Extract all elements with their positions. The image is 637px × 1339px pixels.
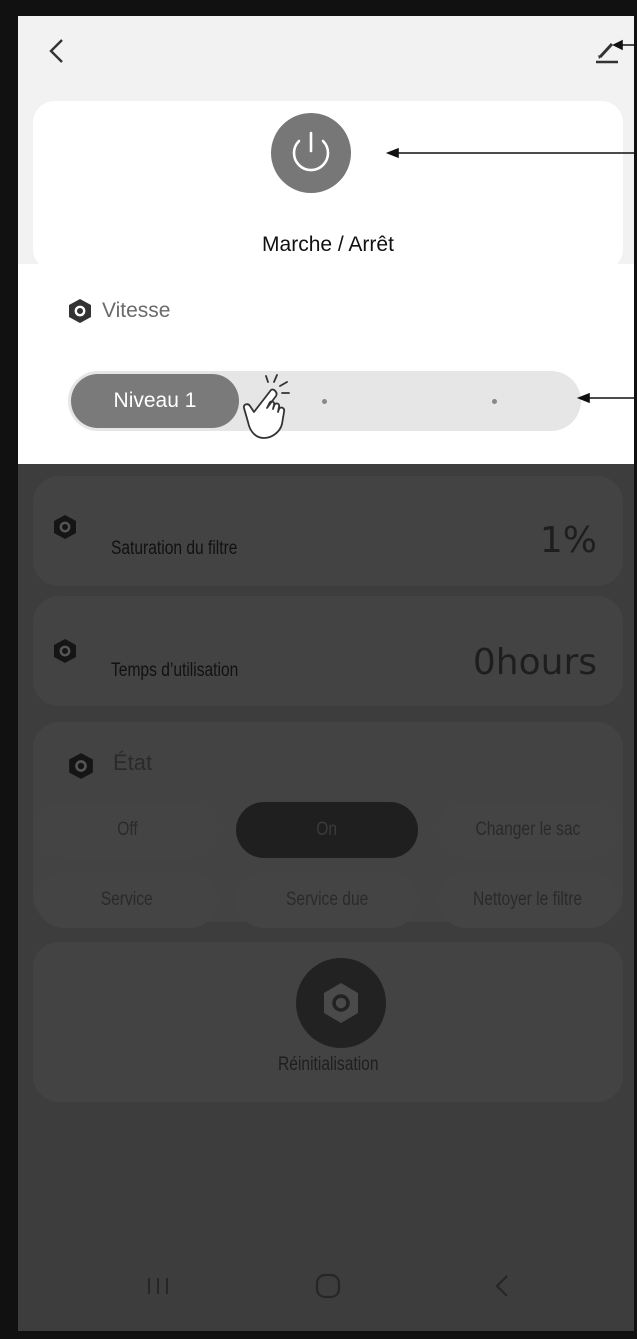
usage-time-value: 0hours	[472, 642, 597, 683]
speed-card: Vitesse Niveau 1	[18, 264, 634, 464]
top-bar	[18, 16, 634, 86]
filter-saturation-label: Saturation du filtre	[111, 538, 238, 559]
hexagon-gear-icon	[54, 515, 76, 539]
power-button[interactable]	[271, 113, 351, 193]
reset-button[interactable]	[296, 958, 386, 1048]
screen: Marche / Arrêt Vitesse Niveau 1 Saturati…	[18, 16, 634, 1331]
system-back-button[interactable]	[483, 1266, 523, 1306]
usage-time-label: Temps d’utilisation	[111, 660, 239, 681]
state-option-on[interactable]: On	[236, 802, 418, 858]
speed-slider[interactable]: Niveau 1	[68, 371, 581, 431]
speed-slider-thumb[interactable]: Niveau 1	[71, 374, 239, 428]
home-icon	[315, 1273, 341, 1299]
hexagon-gear-icon	[69, 753, 93, 779]
device-frame: Marche / Arrêt Vitesse Niveau 1 Saturati…	[0, 0, 637, 1339]
back-button[interactable]	[42, 36, 72, 66]
state-option-service-due[interactable]: Service due	[236, 872, 418, 928]
state-option-off[interactable]: Off	[36, 802, 218, 858]
state-title: État	[113, 750, 153, 775]
hexagon-gear-icon	[69, 299, 91, 323]
power-label: Marche / Arrêt	[262, 233, 394, 256]
power-icon	[292, 131, 330, 172]
speed-title-label: Vitesse	[102, 299, 171, 322]
filter-saturation-card: Saturation du filtre 1%	[33, 476, 623, 586]
pencil-icon	[596, 42, 618, 64]
hexagon-gear-icon	[324, 983, 358, 1023]
speed-level-3-dot[interactable]	[492, 399, 497, 404]
tap-hand-icon	[242, 374, 290, 439]
recent-apps-icon	[148, 1278, 168, 1294]
power-card: Marche / Arrêt	[33, 101, 623, 271]
usage-time-card: Temps d’utilisation 0hours	[33, 596, 623, 706]
dimmed-overlay: Saturation du filtre 1% Temps d’utilisat…	[18, 464, 634, 1331]
speed-title: Vitesse	[68, 298, 171, 324]
speed-level-2-dot[interactable]	[322, 399, 327, 404]
reset-label: Réinitialisation	[277, 1054, 379, 1075]
state-option-service[interactable]: Service	[36, 872, 218, 928]
home-button[interactable]	[308, 1266, 348, 1306]
state-option-nettoyer-le-filtre[interactable]: Nettoyer le filtre	[438, 872, 618, 928]
recent-apps-button[interactable]	[138, 1266, 178, 1306]
back-icon	[495, 1275, 508, 1297]
reset-card: Réinitialisation	[33, 942, 623, 1102]
edit-button[interactable]	[592, 36, 622, 66]
chevron-left-icon	[49, 39, 63, 63]
state-option-changer-le-sac[interactable]: Changer le sac	[438, 802, 618, 858]
filter-saturation-value: 1%	[539, 520, 597, 561]
system-nav-bar	[18, 1256, 634, 1316]
hexagon-gear-icon	[54, 639, 76, 663]
